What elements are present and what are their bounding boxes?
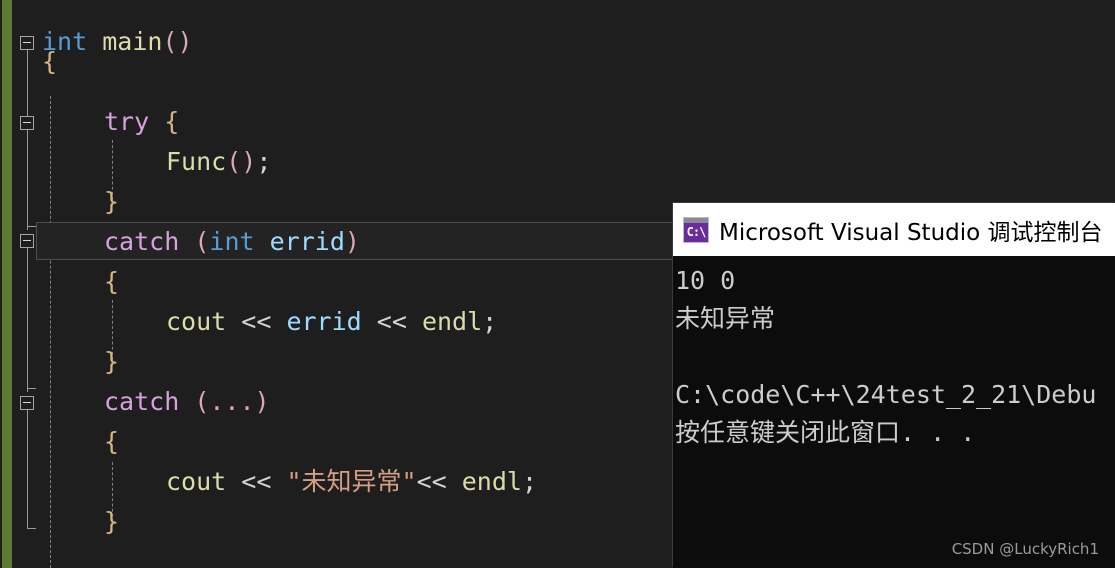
token-brace: }: [104, 507, 120, 536]
outline-connector: [27, 406, 28, 528]
token-semicolon: ;: [256, 147, 272, 176]
token-stream-op: <<: [241, 307, 272, 336]
outline-end-tick: [27, 226, 36, 227]
console-title-text: Microsoft Visual Studio 调试控制台: [719, 219, 1103, 246]
token-cout: cout: [166, 307, 227, 336]
token-int: int: [209, 227, 255, 256]
token-endl: endl: [461, 467, 522, 496]
token-parens: (): [226, 147, 257, 176]
outline-end-tick: [27, 528, 36, 529]
code-line-catch-all[interactable]: catch (...): [104, 382, 270, 422]
token-func: Func: [166, 147, 227, 176]
console-output-line: 未知异常: [675, 304, 776, 333]
token-errid: errid: [286, 307, 362, 336]
token-main: main: [102, 27, 163, 56]
token-semicolon: ;: [482, 307, 498, 336]
watermark-text: CSDN @LuckyRich1: [951, 540, 1099, 558]
code-line-try[interactable]: try {: [104, 102, 179, 142]
code-line-open-brace-catch-all[interactable]: {: [104, 422, 119, 462]
indent-guide: [50, 96, 51, 568]
console-output-line: 10 0: [675, 266, 736, 295]
token-catch: catch: [104, 227, 180, 256]
code-line-int-main[interactable]: int main(): [42, 22, 193, 62]
code-line-catch-int[interactable]: catch (int errid): [104, 222, 360, 262]
collapse-toggle-catch-all[interactable]: [20, 396, 34, 410]
token-cout: cout: [166, 467, 227, 496]
token-brace: }: [104, 347, 120, 376]
debug-console-window[interactable]: C:\ Microsoft Visual Studio 调试控制台 10 0 未…: [673, 203, 1115, 568]
console-titlebar[interactable]: C:\ Microsoft Visual Studio 调试控制台: [673, 203, 1115, 256]
outline-connector: [27, 244, 28, 392]
outline-end-tick: [27, 388, 36, 389]
change-indicator-bar: [2, 0, 12, 568]
code-line-close-brace-try[interactable]: }: [104, 182, 119, 222]
token-brace: {: [164, 107, 180, 136]
code-line-open-brace-main[interactable]: {: [42, 42, 57, 82]
token-brace: {: [104, 267, 120, 296]
icon-prompt-glyph: C:\: [686, 224, 707, 239]
code-line-cout-errid[interactable]: cout << errid << endl;: [166, 302, 497, 342]
screen-root: int main() { try { Func(); } catch (int …: [0, 0, 1115, 568]
token-endl: endl: [421, 307, 483, 336]
token-string-literal: "未知异常": [286, 467, 417, 496]
token-brace: {: [42, 47, 58, 76]
token-open-paren: (: [194, 227, 210, 256]
token-close-paren: ): [344, 227, 360, 256]
console-output-area[interactable]: 10 0 未知异常 C:\code\C++\24test_2_21\Debu 按…: [673, 256, 1115, 568]
token-stream-op: <<: [416, 467, 447, 496]
token-ellipsis-args: (...): [194, 387, 270, 416]
token-stream-op: <<: [376, 307, 407, 336]
token-brace: {: [104, 427, 120, 456]
token-semicolon: ;: [521, 467, 538, 496]
code-line-open-brace-catch-int[interactable]: {: [104, 262, 119, 302]
collapse-toggle-catch-int[interactable]: [20, 234, 34, 248]
outline-connector: [27, 130, 28, 230]
token-parens: (): [162, 27, 193, 56]
token-brace: }: [104, 187, 120, 216]
token-stream-op: <<: [241, 467, 272, 496]
code-line-close-brace-catch-all[interactable]: }: [104, 502, 119, 542]
code-line-func-call[interactable]: Func();: [166, 142, 271, 182]
collapse-toggle-try[interactable]: [20, 116, 34, 130]
token-catch: catch: [104, 387, 180, 416]
token-try: try: [104, 107, 150, 136]
code-line-cout-unknown-exception[interactable]: cout << "未知异常"<< endl;: [166, 462, 537, 502]
console-output-line: C:\code\C++\24test_2_21\Debu: [675, 380, 1097, 409]
outline-connector: [27, 50, 28, 118]
console-output-line: 按任意键关闭此窗口. . .: [675, 418, 976, 447]
code-line-close-brace-catch-int[interactable]: }: [104, 342, 119, 382]
editor-gutter[interactable]: [12, 0, 58, 568]
collapse-toggle-main[interactable]: [20, 36, 34, 50]
token-errid: errid: [269, 227, 345, 256]
console-app-icon: C:\: [683, 216, 709, 243]
